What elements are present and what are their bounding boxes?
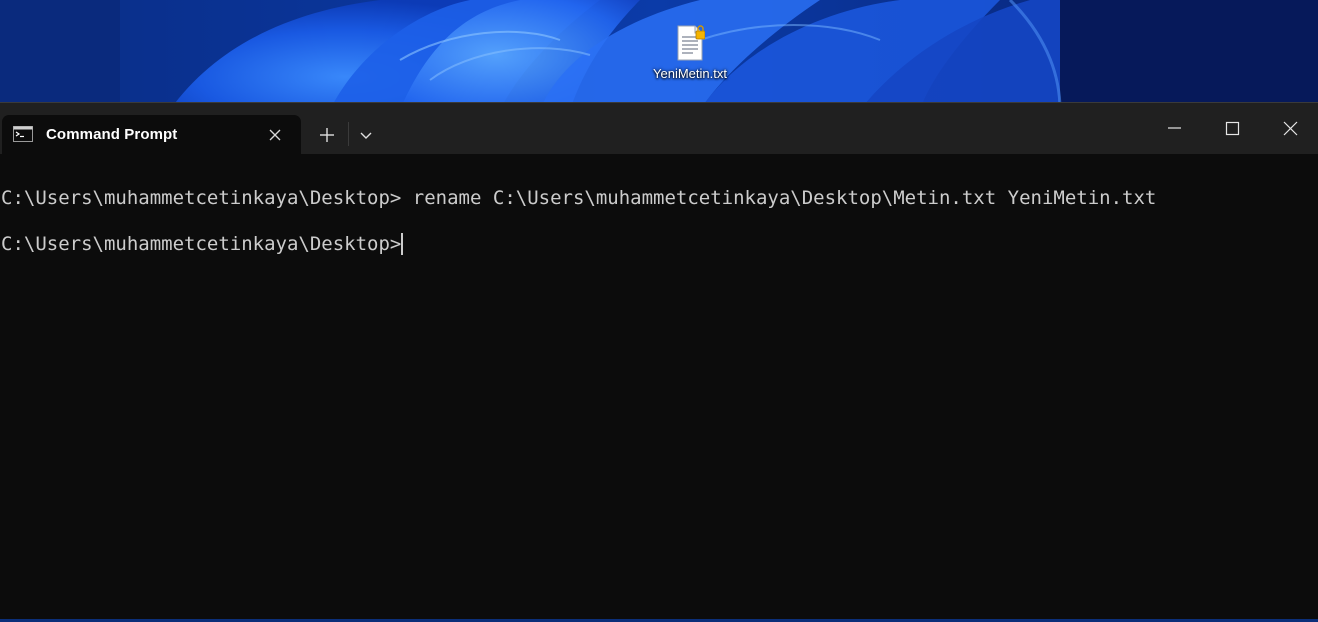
cmd-icon: [13, 126, 33, 142]
plus-icon[interactable]: [313, 122, 341, 150]
text-file-locked-icon: [675, 24, 706, 62]
close-icon[interactable]: [1262, 103, 1318, 154]
console-prompt: C:\Users\muhammetcetinkaya\Desktop>: [1, 233, 402, 255]
tab-command-prompt[interactable]: Command Prompt: [2, 115, 301, 154]
tab-separator: [348, 122, 349, 146]
desktop: YeniMetin.txt Command Prompt C:\Users\mu…: [0, 0, 1318, 622]
close-tab-icon[interactable]: [265, 125, 285, 145]
console-prompt-line[interactable]: C:\Users\muhammetcetinkaya\Desktop>: [1, 233, 403, 255]
minimize-icon[interactable]: [1146, 103, 1204, 154]
desktop-file-yenimetin[interactable]: YeniMetin.txt: [640, 24, 740, 94]
console-output[interactable]: C:\Users\muhammetcetinkaya\Desktop> rena…: [0, 154, 1318, 622]
console-line: C:\Users\muhammetcetinkaya\Desktop> rena…: [1, 187, 1157, 209]
terminal-window: Command Prompt C:\Users\muhammetcetinkay…: [0, 103, 1318, 622]
desktop-file-label: YeniMetin.txt: [653, 66, 727, 81]
maximize-icon[interactable]: [1204, 103, 1262, 154]
text-cursor: [401, 233, 403, 255]
tab-title: Command Prompt: [46, 126, 178, 143]
title-bar[interactable]: Command Prompt: [0, 103, 1318, 154]
chevron-down-icon[interactable]: [353, 122, 379, 150]
